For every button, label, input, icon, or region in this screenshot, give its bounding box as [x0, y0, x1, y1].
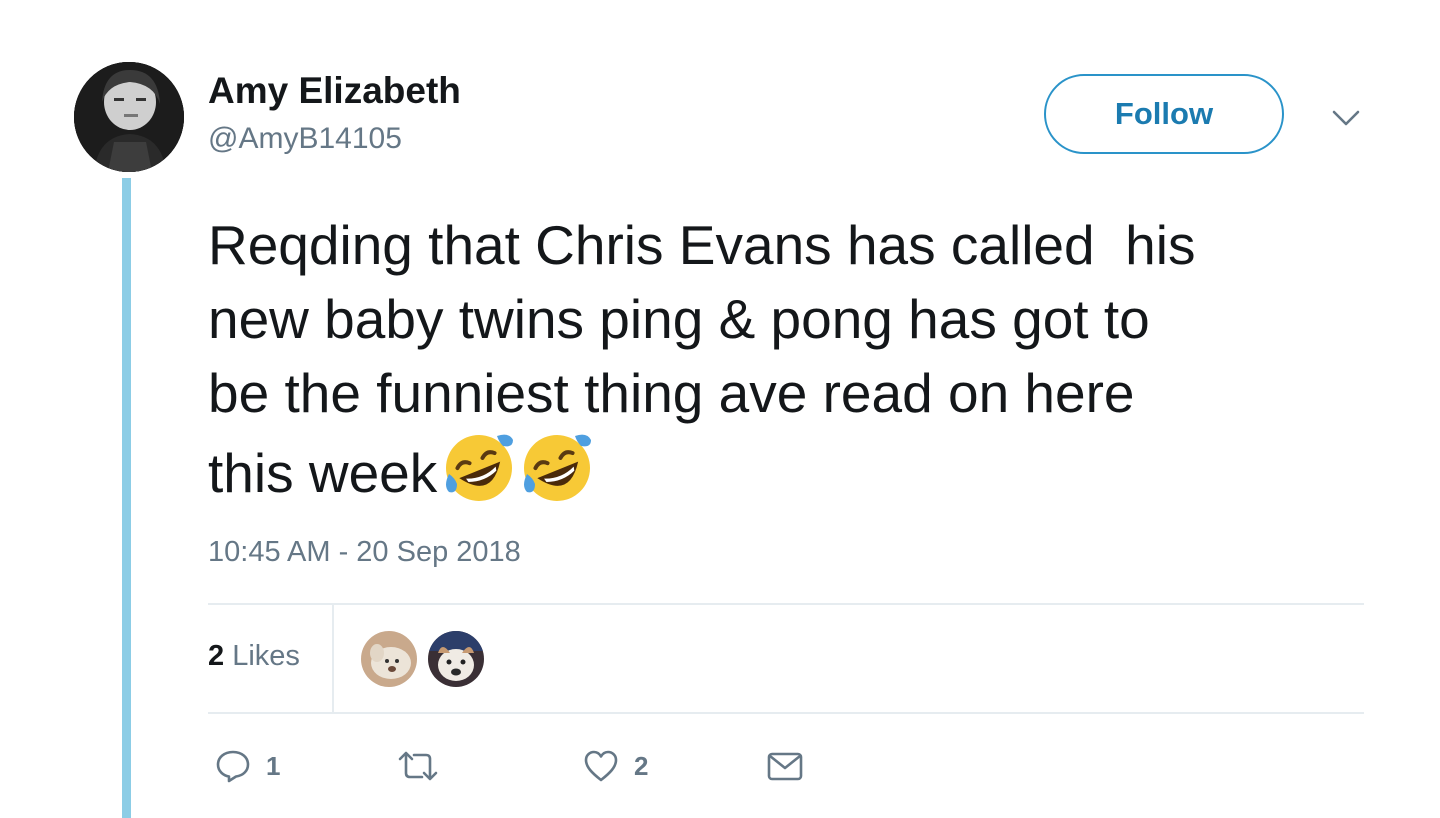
tweet-text-line: be the funniest thing ave read on here	[208, 362, 1135, 424]
likes-label: Likes	[232, 640, 300, 672]
envelope-icon	[767, 752, 803, 781]
stats-divider-top	[208, 603, 1364, 605]
thread-connector-line	[122, 178, 131, 818]
author-name[interactable]: Amy Elizabeth	[208, 70, 461, 112]
follow-button[interactable]: Follow	[1044, 74, 1284, 154]
reply-count: 1	[266, 750, 281, 781]
reply-icon	[216, 750, 250, 783]
liker-avatar-photo	[361, 631, 417, 687]
tweet-timestamp[interactable]: 10:45 AM - 20 Sep 2018	[208, 536, 521, 569]
tweet-text-line-end: this week	[208, 442, 438, 504]
rolling-on-floor-laughing-emoji-icon	[446, 434, 514, 501]
author-handle[interactable]: @AmyB14105	[208, 122, 402, 156]
likes-stat[interactable]: 2 Likes	[208, 640, 300, 673]
stats-divider-bottom	[208, 712, 1364, 714]
tweet-text-line: Reqding that Chris Evans has called his	[208, 214, 1196, 276]
rolling-on-floor-laughing-emoji-icon	[524, 434, 592, 501]
tweet-text: Reqding that Chris Evans has called his …	[208, 208, 1388, 510]
tweet-text-line-last: this week	[208, 430, 1388, 510]
more-options-button[interactable]	[1326, 100, 1366, 136]
liker-avatar[interactable]	[361, 631, 417, 687]
retweet-button[interactable]	[396, 744, 454, 788]
like-button[interactable]: 2	[582, 744, 648, 788]
direct-message-button[interactable]	[766, 744, 804, 788]
stats-vertical-separator	[332, 605, 334, 712]
likes-count: 2	[208, 640, 225, 672]
author-avatar[interactable]	[74, 62, 184, 172]
tweet-text-line: new baby twins ping & pong has got to	[208, 288, 1150, 350]
chevron-down-icon	[1332, 110, 1360, 126]
reply-button[interactable]: 1	[214, 744, 280, 788]
retweet-icon	[398, 751, 438, 781]
avatar-photo	[74, 62, 184, 172]
liker-avatar[interactable]	[428, 631, 484, 687]
like-count: 2	[634, 750, 649, 781]
heart-icon	[584, 750, 618, 782]
liker-avatar-photo	[428, 631, 484, 687]
